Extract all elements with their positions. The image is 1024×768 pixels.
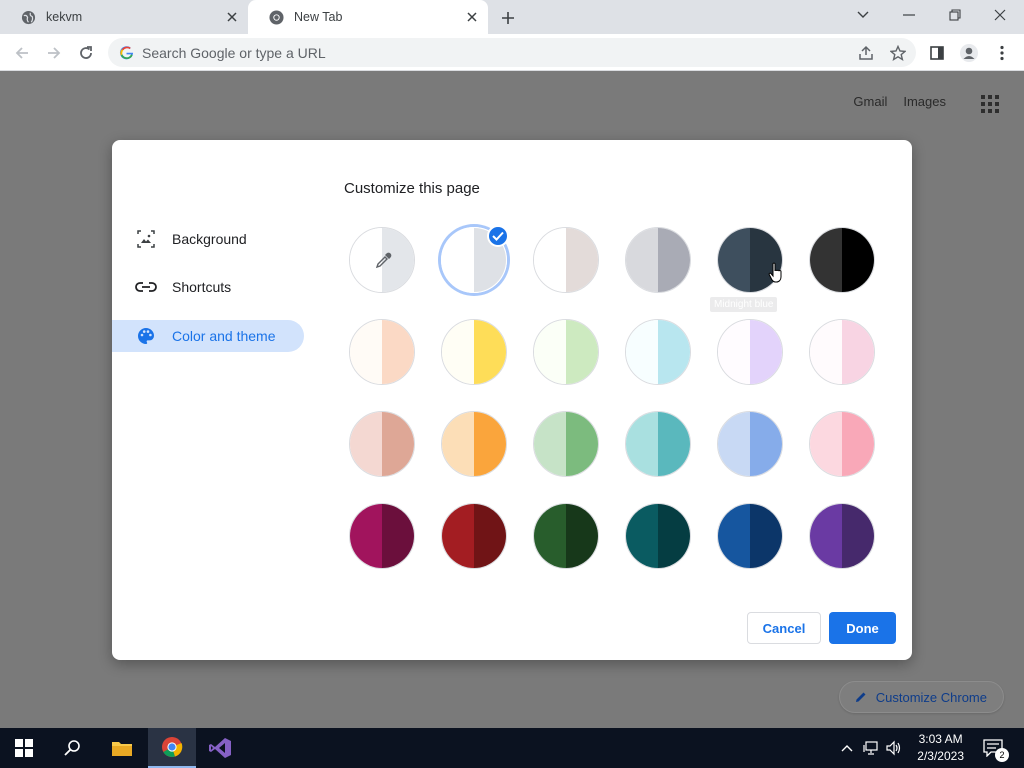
close-tab-icon[interactable] (464, 9, 480, 25)
color-swatch[interactable] (625, 227, 691, 293)
tab-title: kekvm (46, 10, 83, 24)
volume-icon[interactable] (885, 739, 901, 757)
google-icon (119, 45, 134, 60)
windows-taskbar: 3:03 AM 2/3/2023 2 (0, 728, 1024, 768)
network-icon[interactable] (863, 739, 879, 757)
minimize-icon[interactable] (897, 5, 921, 25)
color-swatch[interactable] (349, 411, 415, 477)
nav-color-and-theme[interactable]: Color and theme (112, 320, 304, 352)
chrome-icon (162, 737, 183, 757)
color-swatch[interactable] (441, 503, 507, 569)
bookmark-star-icon[interactable] (889, 44, 907, 62)
customize-dialog: Customize this page Background Shortcuts… (112, 140, 912, 660)
custom-color-picker-swatch[interactable] (349, 227, 415, 293)
color-swatch[interactable] (533, 503, 599, 569)
color-swatch[interactable] (809, 227, 875, 293)
swatch-tooltip: Midnight blue (710, 297, 778, 312)
color-swatch[interactable] (717, 411, 783, 477)
palette-icon (135, 325, 157, 347)
color-swatch[interactable] (625, 411, 691, 477)
search-icon (64, 740, 80, 756)
link-icon (135, 276, 157, 298)
tab-new-tab[interactable]: New Tab (248, 0, 488, 34)
gmail-link[interactable]: Gmail (853, 94, 887, 109)
reload-icon[interactable] (75, 42, 97, 64)
dialog-title: Customize this page (344, 180, 480, 197)
nav-background[interactable]: Background (112, 223, 304, 255)
clock-time: 3:03 AM (918, 732, 963, 746)
color-swatch[interactable] (533, 227, 599, 293)
start-button[interactable] (0, 728, 48, 768)
notification-count-badge: 2 (995, 748, 1009, 762)
color-swatch[interactable] (717, 319, 783, 385)
color-swatch[interactable] (625, 319, 691, 385)
share-icon[interactable] (857, 44, 875, 62)
tab-kekvm[interactable]: kekvm (0, 0, 248, 34)
image-icon (135, 228, 157, 250)
tray-overflow-icon[interactable] (839, 739, 855, 757)
color-swatch[interactable] (809, 503, 875, 569)
chrome-taskbar-button[interactable] (148, 728, 196, 768)
omnibox-placeholder: Search Google or type a URL (142, 45, 326, 61)
windows-icon (15, 739, 33, 757)
tab-strip: kekvm New Tab (0, 0, 1024, 34)
chrome-icon (268, 9, 284, 25)
restore-icon[interactable] (943, 5, 967, 25)
forward-icon[interactable] (43, 42, 65, 64)
globe-icon (20, 9, 36, 25)
profile-avatar-icon[interactable] (958, 42, 980, 64)
visual-studio-button[interactable] (196, 728, 244, 768)
back-icon[interactable] (11, 42, 33, 64)
images-link[interactable]: Images (903, 94, 946, 109)
close-tab-icon[interactable] (224, 9, 240, 25)
search-button[interactable] (48, 728, 96, 768)
color-swatch[interactable] (441, 411, 507, 477)
color-swatch[interactable] (349, 319, 415, 385)
side-panel-icon[interactable] (926, 42, 948, 64)
selected-check-icon (487, 225, 509, 247)
color-swatch[interactable] (533, 319, 599, 385)
visual-studio-icon (209, 738, 231, 758)
browser-toolbar: Search Google or type a URL (0, 34, 1024, 71)
omnibox[interactable]: Search Google or type a URL (108, 38, 916, 67)
cancel-button[interactable]: Cancel (747, 612, 821, 644)
color-swatch[interactable] (717, 503, 783, 569)
new-tab-button[interactable] (498, 8, 518, 28)
nav-shortcuts[interactable]: Shortcuts (112, 271, 304, 303)
hand-cursor-icon (768, 262, 782, 283)
done-button[interactable]: Done (829, 612, 896, 644)
system-clock[interactable]: 3:03 AM 2/3/2023 (917, 731, 964, 765)
clock-date: 2/3/2023 (917, 749, 964, 763)
color-swatch[interactable] (349, 503, 415, 569)
tab-search-icon[interactable] (851, 5, 875, 25)
color-swatch[interactable] (809, 411, 875, 477)
customize-chrome-button[interactable]: Customize Chrome (838, 681, 1004, 713)
color-swatch[interactable] (533, 411, 599, 477)
color-swatch[interactable] (625, 503, 691, 569)
folder-icon (112, 742, 132, 756)
tab-title: New Tab (294, 10, 343, 24)
file-explorer-button[interactable] (98, 728, 146, 768)
eyedropper-icon (375, 252, 392, 269)
close-window-icon[interactable] (988, 5, 1012, 25)
color-swatch[interactable] (809, 319, 875, 385)
pencil-icon (855, 692, 866, 702)
color-swatch[interactable] (441, 319, 507, 385)
google-apps-icon[interactable] (981, 95, 999, 113)
menu-kebab-icon[interactable] (991, 42, 1013, 64)
top-links: Gmail Images (853, 94, 946, 109)
